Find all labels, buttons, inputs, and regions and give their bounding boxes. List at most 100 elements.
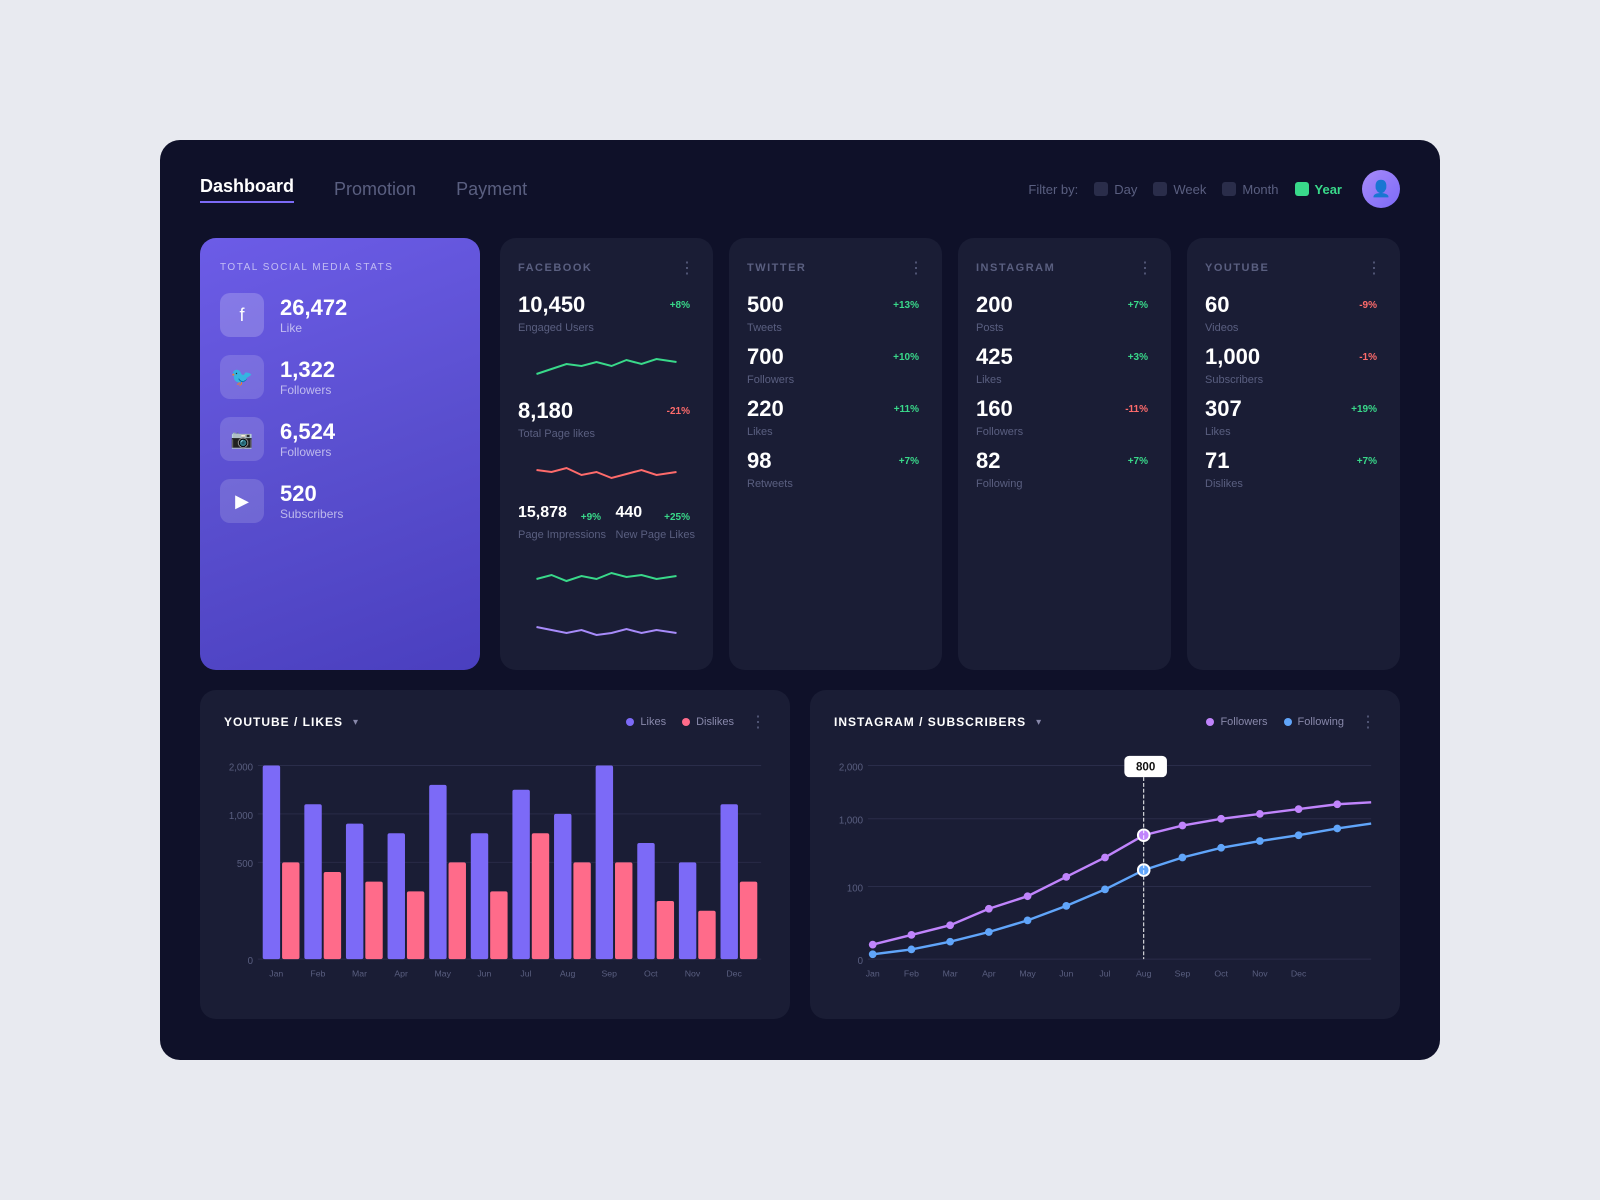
stat-row-facebook: f 26,472 Like bbox=[220, 293, 460, 337]
tw-followers-label: Followers bbox=[747, 374, 924, 386]
svg-text:Dec: Dec bbox=[1291, 969, 1307, 979]
facebook-menu[interactable]: ⋮ bbox=[679, 258, 695, 278]
ig-following-badge: +7% bbox=[1123, 454, 1153, 469]
tab-dashboard[interactable]: Dashboard bbox=[200, 176, 294, 203]
yt-subscribers-row: 1,000 -1% bbox=[1205, 344, 1382, 370]
svg-text:Jun: Jun bbox=[1059, 969, 1073, 979]
yt-dislikes-row: 71 +7% bbox=[1205, 448, 1382, 474]
svg-text:0: 0 bbox=[858, 956, 863, 967]
ig-posts-value: 200 bbox=[976, 292, 1013, 318]
youtube-legend-dislikes: Dislikes bbox=[682, 716, 734, 728]
yt-dislikes-value: 71 bbox=[1205, 448, 1229, 474]
youtube-menu[interactable]: ⋮ bbox=[1366, 258, 1382, 278]
avatar[interactable]: 👤 bbox=[1362, 170, 1400, 208]
instagram-chart-legend: Followers Following ⋮ bbox=[1206, 712, 1376, 732]
youtube-platform-name: YOUTUBE bbox=[1205, 262, 1269, 274]
instagram-label: Followers bbox=[280, 445, 335, 459]
svg-text:Jul: Jul bbox=[520, 969, 531, 979]
youtube-chart-chevron[interactable]: ▾ bbox=[353, 717, 358, 728]
filter-month-label: Month bbox=[1242, 182, 1278, 197]
tab-payment[interactable]: Payment bbox=[456, 179, 527, 200]
fb-engaged-badge: +8% bbox=[665, 298, 695, 313]
twitter-header: TWITTER ⋮ bbox=[747, 258, 924, 278]
tw-likes-value: 220 bbox=[747, 396, 784, 422]
youtube-chart-title: YOUTUBE / LIKES bbox=[224, 715, 343, 729]
svg-text:Jan: Jan bbox=[269, 969, 283, 979]
facebook-icon: f bbox=[220, 293, 264, 337]
instagram-menu[interactable]: ⋮ bbox=[1137, 258, 1153, 278]
svg-text:Jan: Jan bbox=[866, 969, 880, 979]
fb-chart3 bbox=[518, 551, 695, 591]
tab-promotion[interactable]: Promotion bbox=[334, 179, 416, 200]
yt-videos-badge: -9% bbox=[1354, 298, 1382, 313]
instagram-chart-header: INSTAGRAM / SUBSCRIBERS ▾ Followers Foll… bbox=[834, 712, 1376, 732]
svg-text:Jun: Jun bbox=[477, 969, 491, 979]
twitter-menu[interactable]: ⋮ bbox=[908, 258, 924, 278]
yt-likes-label: Likes bbox=[1205, 426, 1382, 438]
fb-page-likes-value: 8,180 bbox=[518, 398, 573, 424]
youtube-value: 520 bbox=[280, 481, 343, 507]
tw-tweets-badge: +13% bbox=[888, 298, 924, 313]
yt-subscribers-label: Subscribers bbox=[1205, 374, 1382, 386]
ig-followers-value: 160 bbox=[976, 396, 1013, 422]
ig-followers-row: 160 -11% bbox=[976, 396, 1153, 422]
ig-posts-label: Posts bbox=[976, 322, 1153, 334]
filter-week-checkbox[interactable] bbox=[1153, 182, 1167, 196]
svg-text:Aug: Aug bbox=[560, 969, 576, 979]
svg-text:Mar: Mar bbox=[943, 969, 958, 979]
filter-month[interactable]: Month bbox=[1222, 182, 1278, 197]
fb-chart1 bbox=[518, 344, 695, 384]
instagram-chart-menu[interactable]: ⋮ bbox=[1360, 712, 1376, 732]
ig-likes-label: Likes bbox=[976, 374, 1153, 386]
instagram-header: INSTAGRAM ⋮ bbox=[976, 258, 1153, 278]
ig-likes-badge: +3% bbox=[1123, 350, 1153, 365]
twitter-value: 1,322 bbox=[280, 357, 335, 383]
tw-likes-badge: +11% bbox=[889, 402, 924, 417]
filter-week-label: Week bbox=[1173, 182, 1206, 197]
twitter-icon: 🐦 bbox=[220, 355, 264, 399]
fb-metric1-row: 10,450 +8% bbox=[518, 292, 695, 318]
stat-info-youtube: 520 Subscribers bbox=[280, 481, 343, 521]
svg-text:800: 800 bbox=[1136, 760, 1155, 773]
instagram-chart-chevron[interactable]: ▾ bbox=[1036, 717, 1041, 728]
twitter-card: TWITTER ⋮ 500 +13% Tweets 700 +10% Follo… bbox=[729, 238, 942, 670]
svg-text:1,000: 1,000 bbox=[229, 811, 253, 822]
svg-text:May: May bbox=[435, 969, 452, 979]
likes-label: Likes bbox=[640, 716, 666, 728]
tw-retweets-value: 98 bbox=[747, 448, 771, 474]
stat-info-instagram: 6,524 Followers bbox=[280, 419, 335, 459]
instagram-platform-name: INSTAGRAM bbox=[976, 262, 1055, 274]
svg-text:100: 100 bbox=[847, 883, 863, 894]
svg-text:Sep: Sep bbox=[1175, 969, 1191, 979]
filter-week[interactable]: Week bbox=[1153, 182, 1206, 197]
filter-day-checkbox[interactable] bbox=[1094, 182, 1108, 196]
filter-year[interactable]: Year bbox=[1295, 182, 1342, 197]
ig-following-value: 82 bbox=[976, 448, 1000, 474]
youtube-chart-header: YOUTUBE / LIKES ▾ Likes Dislikes ⋮ bbox=[224, 712, 766, 732]
total-stats-title: TOTAL SOCIAL MEDIA STATS bbox=[220, 262, 460, 273]
instagram-legend-followers: Followers bbox=[1206, 716, 1267, 728]
dashboard-container: Dashboard Promotion Payment Filter by: D… bbox=[160, 140, 1440, 1060]
svg-text:Aug: Aug bbox=[1136, 969, 1152, 979]
instagram-icon: 📷 bbox=[220, 417, 264, 461]
nav-tabs: Dashboard Promotion Payment bbox=[200, 176, 1028, 203]
tw-retweets-badge: +7% bbox=[894, 454, 924, 469]
instagram-card: INSTAGRAM ⋮ 200 +7% Posts 425 +3% Likes … bbox=[958, 238, 1171, 670]
fb-page-likes-badge: -21% bbox=[662, 404, 695, 419]
filter-day[interactable]: Day bbox=[1094, 182, 1137, 197]
filter-year-checkbox[interactable] bbox=[1295, 182, 1309, 196]
youtube-chart-menu[interactable]: ⋮ bbox=[750, 712, 766, 732]
followers-dot bbox=[1206, 718, 1214, 726]
tw-likes-label: Likes bbox=[747, 426, 924, 438]
tw-followers-value: 700 bbox=[747, 344, 784, 370]
fb-impressions-label: Page Impressions bbox=[518, 529, 606, 541]
youtube-icon: ▶ bbox=[220, 479, 264, 523]
facebook-label: Like bbox=[280, 321, 347, 335]
ig-following-row: 82 +7% bbox=[976, 448, 1153, 474]
tw-followers-badge: +10% bbox=[888, 350, 924, 365]
filter-month-checkbox[interactable] bbox=[1222, 182, 1236, 196]
fb-engaged-label: Engaged Users bbox=[518, 322, 695, 334]
svg-text:Oct: Oct bbox=[644, 969, 658, 979]
following-dot bbox=[1284, 718, 1292, 726]
instagram-legend-following: Following bbox=[1284, 716, 1344, 728]
